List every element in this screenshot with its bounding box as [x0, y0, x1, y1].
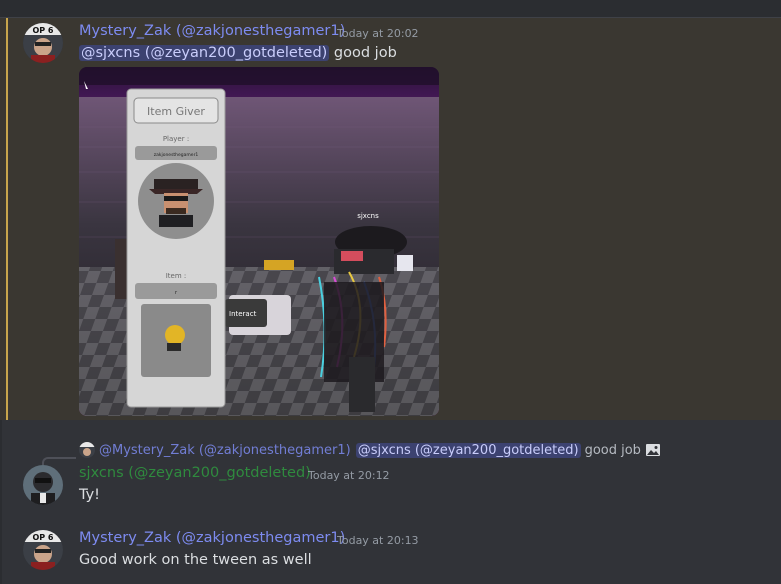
- left-edge: [0, 420, 2, 584]
- user-mention[interactable]: @sjxcns (@zeyan200_gotdeleted): [79, 45, 330, 61]
- interact-prompt: Interact: [229, 310, 257, 318]
- avatar[interactable]: OP 6: [23, 23, 63, 63]
- reply-author[interactable]: @Mystery_Zak (@zakjonesthegamer1): [99, 443, 351, 458]
- top-bar: [0, 0, 781, 18]
- reply-avatar: [79, 442, 95, 458]
- reply-preview[interactable]: @Mystery_Zak (@zakjonesthegamer1) @sjxcn…: [79, 441, 661, 459]
- message-timestamp[interactable]: Today at 20:02: [337, 27, 419, 40]
- message-text: good job: [329, 45, 397, 61]
- mention-highlight-bar: [6, 18, 8, 420]
- image-attachment[interactable]: Interact Item Giver Player : zakjonesthe…: [79, 67, 439, 416]
- image-icon: [645, 442, 661, 458]
- avatar[interactable]: [23, 465, 63, 505]
- avatar[interactable]: OP 6: [23, 530, 63, 570]
- item-label: Item :: [166, 272, 187, 280]
- svg-text:OP 6: OP 6: [32, 533, 53, 542]
- message-text: Good work on the tween as well: [79, 552, 312, 568]
- svg-text:OP 6: OP 6: [32, 26, 53, 35]
- message-content: @sjxcns (@zeyan200_gotdeleted) good job: [79, 45, 397, 61]
- overhead-name: sjxcns: [357, 212, 379, 220]
- message-timestamp[interactable]: Today at 20:12: [308, 469, 390, 482]
- message-text: Ty!: [79, 487, 100, 503]
- reply-mention[interactable]: @sjxcns (@zeyan200_gotdeleted): [355, 442, 581, 458]
- message-author[interactable]: Mystery_Zak (@zakjonesthegamer1): [79, 530, 345, 546]
- message-author[interactable]: Mystery_Zak (@zakjonesthegamer1): [79, 23, 345, 39]
- message-timestamp[interactable]: Today at 20:13: [337, 534, 419, 547]
- message-author[interactable]: sjxcns (@zeyan200_gotdeleted): [79, 465, 311, 481]
- player-name: zakjonesthegamer1: [154, 152, 199, 158]
- reply-text: good job: [584, 442, 641, 458]
- player-label: Player :: [163, 135, 189, 143]
- panel-title: Item Giver: [147, 105, 205, 118]
